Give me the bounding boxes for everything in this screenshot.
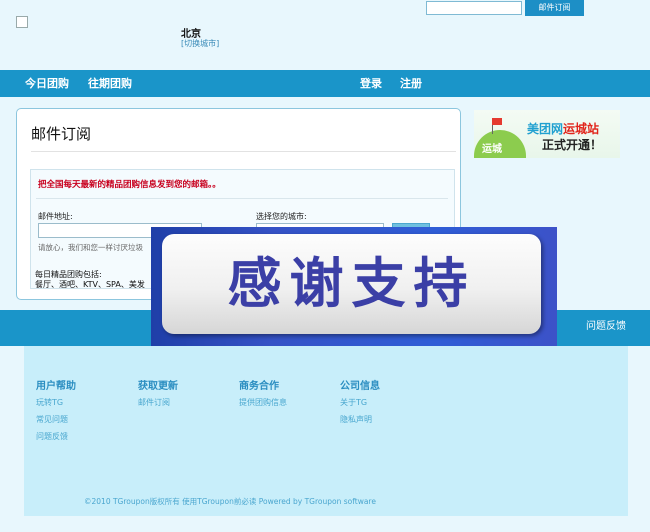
footer-link[interactable]: 提供团购信息 <box>239 397 287 408</box>
banner-headline: 美团网运城站 <box>527 120 599 137</box>
footer-column-title: 获取更新 <box>138 381 178 392</box>
city-select-label: 选择您的城市: <box>256 212 307 221</box>
logo-image[interactable] <box>16 16 28 28</box>
site-footer: 用户帮助 玩转TG 常见问题 问题反馈 获取更新 邮件订阅 商务合作 提供团购信… <box>24 346 628 516</box>
footer-column-title: 商务合作 <box>239 381 279 392</box>
nav-login[interactable]: 登录 <box>360 70 382 97</box>
footer-link[interactable]: 常见问题 <box>36 414 76 425</box>
footer-link[interactable]: 隐私声明 <box>340 414 380 425</box>
thanks-plate: 感谢支持 <box>162 234 541 334</box>
nav-register[interactable]: 注册 <box>400 70 422 97</box>
banner-site-name: 美团网 <box>527 122 564 136</box>
thanks-text: 感谢支持 <box>227 252 476 315</box>
footer-column-title: 公司信息 <box>340 381 380 392</box>
divider <box>36 198 448 199</box>
banner-station-name: 运城站 <box>563 122 600 136</box>
city-launch-banner[interactable]: 运城 美团网运城站 正式开通！ <box>474 110 620 158</box>
header-email-input[interactable] <box>426 1 522 15</box>
feedback-link[interactable]: 问题反馈 <box>586 310 626 344</box>
footer-link[interactable]: 玩转TG <box>36 397 76 408</box>
footer-link[interactable]: 问题反馈 <box>36 431 76 442</box>
form-notice: 把全国每天最新的精品团购信息发到您的邮箱。。 <box>38 180 221 190</box>
footer-link[interactable]: 关于TG <box>340 397 380 408</box>
nav-today-deals[interactable]: 今日团购 <box>25 70 69 97</box>
footer-column-company: 公司信息 关于TG 隐私声明 <box>340 377 380 431</box>
footer-column-business: 商务合作 提供团购信息 <box>239 377 287 414</box>
banner-subline: 正式开通！ <box>542 138 603 152</box>
privacy-note: 请放心，我们和您一样讨厌垃圾 <box>38 243 143 252</box>
nav-past-deals[interactable]: 往期团购 <box>88 70 132 97</box>
daily-deals-categories: 餐厅、酒吧、KTV、SPA、美发 <box>35 280 145 289</box>
divider <box>31 151 456 152</box>
footer-column-title: 用户帮助 <box>36 381 76 392</box>
flag-icon <box>492 118 502 125</box>
thanks-overlay-image: 感谢支持 <box>151 227 557 346</box>
page-title: 邮件订阅 <box>31 125 92 143</box>
top-header: 北京 [切换城市] 邮件订阅 <box>0 0 650 70</box>
footer-column-help: 用户帮助 玩转TG 常见问题 问题反馈 <box>36 377 76 448</box>
header-subscribe-button[interactable]: 邮件订阅 <box>525 0 584 16</box>
footer-column-updates: 获取更新 邮件订阅 <box>138 377 178 414</box>
email-label: 邮件地址: <box>38 212 73 221</box>
footer-link[interactable]: 邮件订阅 <box>138 397 178 408</box>
copyright: ©2010 TGroupon版权所有 使用TGroupon前必读 Powered… <box>84 497 376 506</box>
switch-city-link[interactable]: [切换城市] <box>181 38 219 49</box>
banner-city-text: 运城 <box>482 144 502 155</box>
main-nav: 今日团购 往期团购 登录 注册 <box>0 70 650 97</box>
